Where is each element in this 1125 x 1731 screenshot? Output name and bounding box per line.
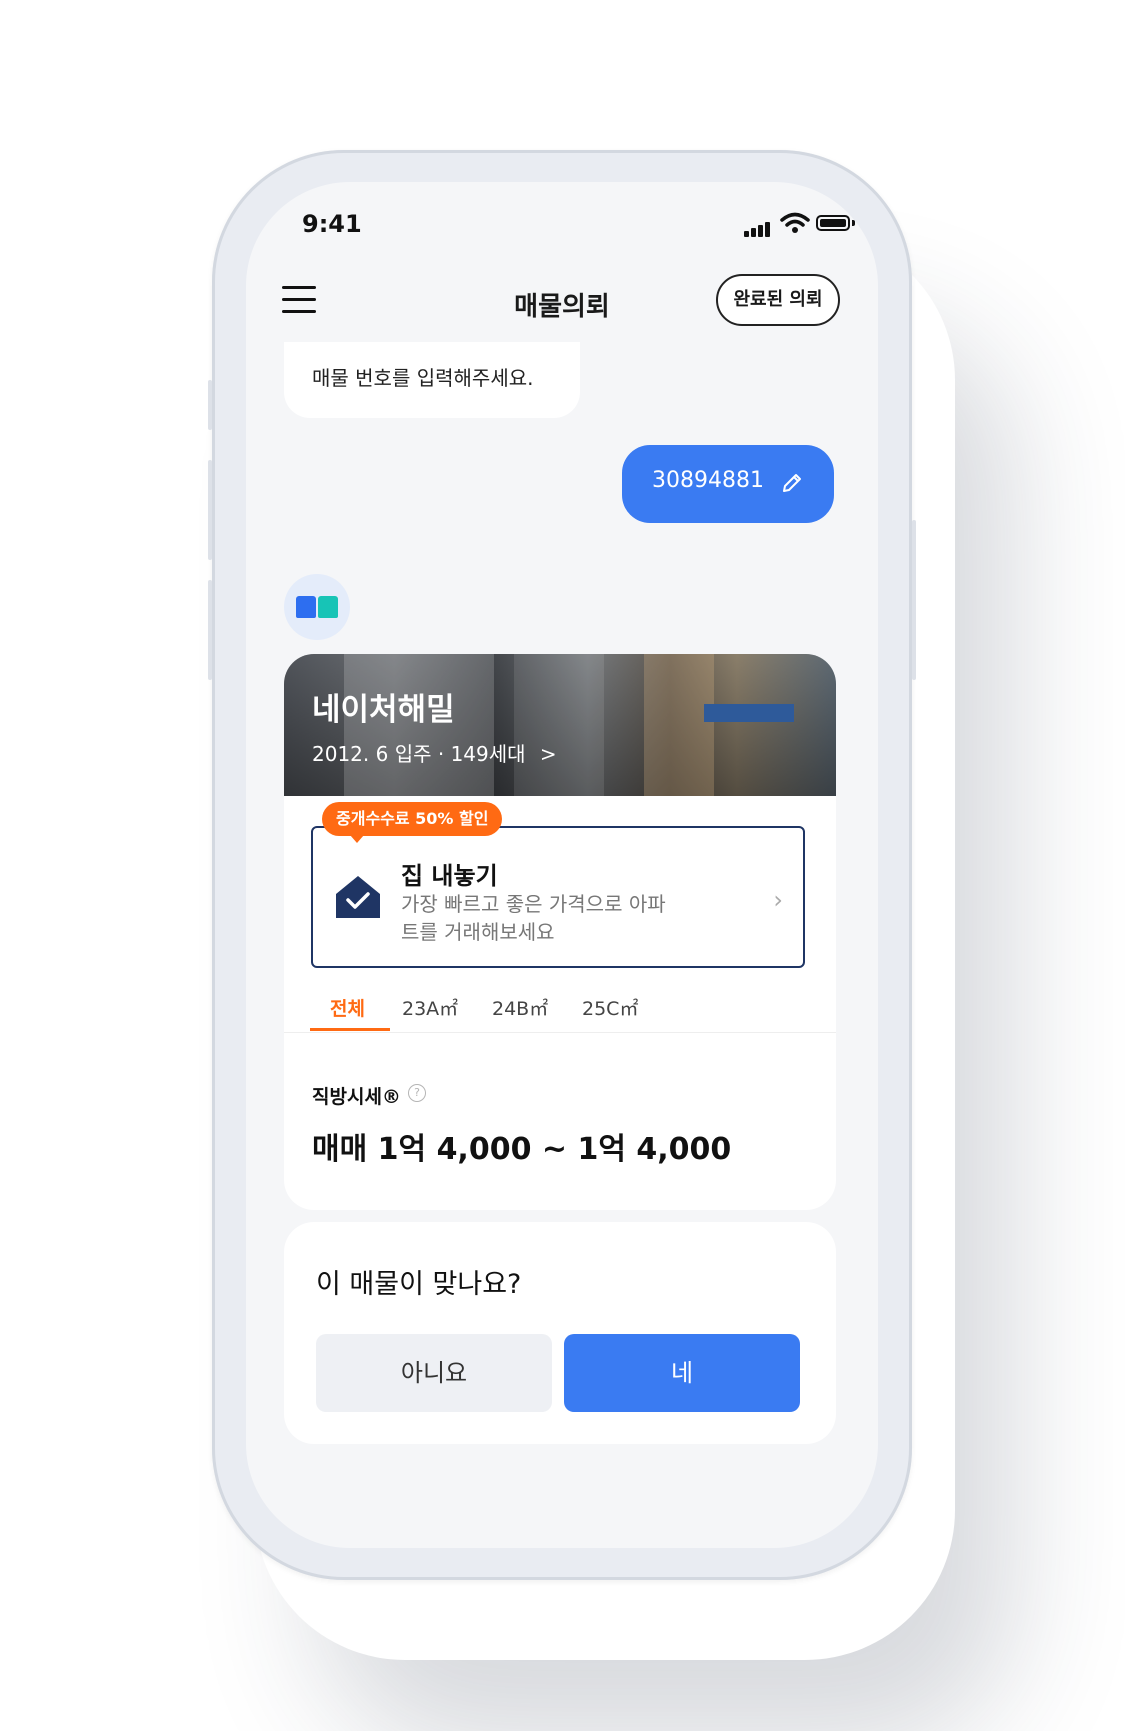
street-sign bbox=[704, 704, 794, 722]
yes-button[interactable]: 네 bbox=[564, 1334, 800, 1412]
wifi-icon bbox=[780, 212, 810, 233]
phone-side-button bbox=[208, 380, 212, 430]
property-name: 네이처해밀 bbox=[312, 692, 455, 728]
chevron-right-icon: > bbox=[539, 742, 557, 766]
user-message-bubble[interactable]: 30894881 bbox=[622, 445, 834, 523]
property-card: 네이처해밀 2012. 6 입주 · 149세대 > 집 내놓기 가장 빠르고 … bbox=[284, 654, 836, 1210]
logo-house-teal bbox=[318, 596, 338, 618]
logo-house-blue bbox=[296, 596, 316, 618]
tab-23a[interactable]: 23A㎡ bbox=[402, 994, 458, 1021]
edit-icon[interactable] bbox=[780, 471, 804, 495]
price-label: 직방시세® bbox=[312, 1086, 401, 1108]
bot-avatar bbox=[284, 574, 350, 640]
discount-badge: 중개수수료 50% 할인 bbox=[322, 802, 503, 843]
phone-volume-up bbox=[208, 460, 212, 560]
chevron-right-icon: › bbox=[773, 886, 783, 914]
property-subtitle-text: 2012. 6 입주 · 149세대 bbox=[312, 742, 526, 766]
house-check-icon bbox=[336, 876, 380, 918]
price-value: 매매 1억 4,000 ~ 1억 4,000 bbox=[312, 1132, 732, 1167]
status-time: 9:41 bbox=[302, 210, 362, 238]
completed-requests-button[interactable]: 완료된 의뢰 bbox=[716, 274, 840, 326]
tab-24b[interactable]: 24B㎡ bbox=[492, 994, 548, 1021]
phone-power-button bbox=[912, 520, 916, 680]
no-button[interactable]: 아니요 bbox=[316, 1334, 552, 1412]
signal-icon bbox=[744, 218, 772, 237]
battery-icon bbox=[816, 215, 850, 231]
active-tab-indicator bbox=[310, 1028, 390, 1031]
tab-25c[interactable]: 25C㎡ bbox=[582, 994, 638, 1021]
confirm-question: 이 매물이 맞나요? bbox=[316, 1269, 522, 1300]
area-tabs: 전체 23A㎡ 24B㎡ 25C㎡ bbox=[284, 994, 836, 1033]
property-subtitle[interactable]: 2012. 6 입주 · 149세대 > bbox=[312, 738, 557, 767]
sell-house-card[interactable]: 집 내놓기 가장 빠르고 좋은 가격으로 아파트를 거래해보세요 › bbox=[311, 826, 805, 968]
building-silhouette bbox=[514, 654, 604, 796]
property-photo[interactable]: 네이처해밀 2012. 6 입주 · 149세대 > bbox=[284, 654, 836, 796]
sell-title: 집 내놓기 bbox=[401, 862, 498, 890]
sell-description: 가장 빠르고 좋은 가격으로 아파트를 거래해보세요 bbox=[401, 892, 666, 944]
battery-tip bbox=[852, 220, 855, 226]
phone-volume-down bbox=[208, 580, 212, 680]
confirm-card: 이 매물이 맞나요? 아니요 네 bbox=[284, 1222, 836, 1444]
tab-all[interactable]: 전체 bbox=[330, 994, 365, 1021]
status-bar: 9:41 bbox=[246, 182, 878, 264]
help-icon[interactable]: ? bbox=[408, 1084, 426, 1102]
bot-message-bubble: 매물 번호를 입력해주세요. bbox=[284, 342, 580, 418]
phone-screen: 9:41 매물의뢰 완료된 의뢰 매물 번호를 입력해주세요. 30894881 bbox=[246, 182, 878, 1548]
user-message-text: 30894881 bbox=[652, 468, 764, 493]
building-silhouette bbox=[644, 654, 714, 796]
app-header: 매물의뢰 완료된 의뢰 bbox=[246, 264, 878, 344]
